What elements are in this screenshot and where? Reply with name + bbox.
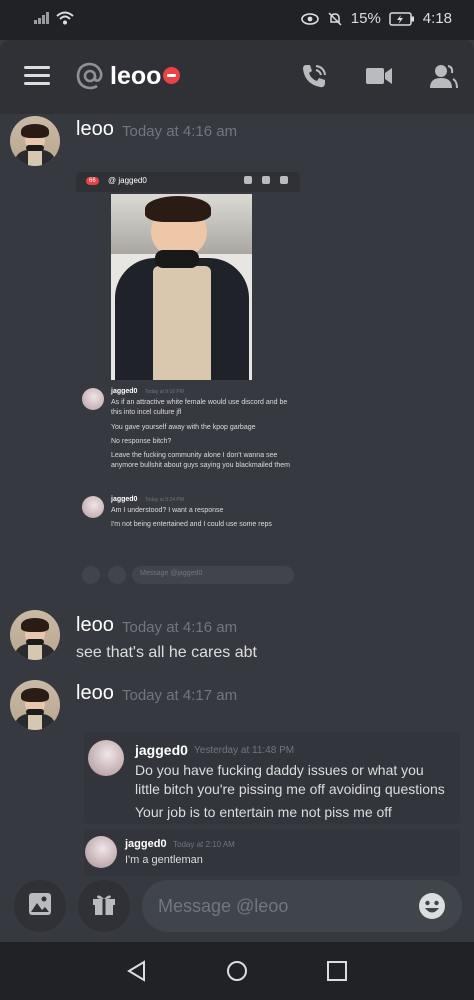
status-bar: 15% 4:18 [0, 0, 474, 40]
avatar [88, 740, 124, 776]
embed-channel-title: @ jagged0 [108, 176, 147, 185]
channel-title: leoo [110, 62, 162, 90]
voice-call-icon[interactable] [300, 62, 328, 95]
image-icon [27, 891, 53, 922]
quoted-line: Your job is to entertain me not piss me … [135, 804, 392, 820]
avatar[interactable] [10, 610, 60, 660]
message-author[interactable]: leoo [76, 682, 114, 705]
quoted-time: Yesterday at 11:48 PM [194, 745, 295, 756]
emoji-icon[interactable] [418, 892, 446, 925]
embed-message-line: Leave the fucking community alone I don'… [111, 452, 290, 469]
quoted-screenshot[interactable]: jagged0 Today at 2:10 AM I'm a gentleman [84, 830, 460, 876]
gift-icon [91, 891, 117, 922]
signal-icon [34, 12, 50, 24]
embed-message: jagged0 Today at 9:24 PM Am I understood… [82, 496, 296, 546]
avatar[interactable] [10, 116, 60, 166]
quoted-author: jagged0 [125, 838, 167, 850]
battery-percent: 15% [350, 10, 381, 27]
attached-screenshot[interactable]: 66 @ jagged0 jagged0 Today at 9:16 PM As… [76, 172, 300, 586]
avatar [85, 836, 117, 868]
avatar [82, 388, 104, 410]
embed-message-time: Today at 9:16 PM [145, 389, 184, 395]
quoted-screenshot[interactable]: jagged0 Yesterday at 11:48 PM Do you hav… [84, 732, 460, 824]
avatar[interactable] [10, 680, 60, 730]
embed-message-input: Message @jagged0 [132, 566, 294, 584]
message-input-placeholder: Message @leoo [158, 896, 289, 916]
embed-composer: Message @jagged0 [76, 564, 300, 586]
embed-header: 66 @ jagged0 [76, 172, 300, 192]
battery-icon [389, 11, 415, 26]
embed-message-line: No response bitch? [111, 438, 172, 445]
wifi-icon [56, 11, 74, 25]
message-text: see that's all he cares abt [76, 644, 257, 661]
unread-badge: 66 [86, 177, 99, 185]
quoted-line: Do you have fucking daddy issues or what… [135, 762, 424, 778]
dnd-status-icon [163, 67, 180, 84]
embed-message-time: Today at 9:24 PM [145, 497, 184, 503]
quoted-time: Today at 2:10 AM [173, 840, 235, 849]
quoted-author: jagged0 [135, 742, 188, 758]
embed-message: jagged0 Today at 9:16 PM As if an attrac… [82, 388, 296, 486]
gift-button[interactable] [78, 880, 130, 932]
embed-message-line: You gave yourself away with the kpop gar… [111, 424, 256, 431]
quoted-line: I'm a gentleman [125, 854, 203, 866]
mute-icon [327, 11, 343, 27]
embed-message-line: I'm not being entertained and I could us… [111, 521, 272, 528]
message-timestamp: Today at 4:17 am [122, 687, 238, 704]
message-composer: Message @leoo [0, 880, 474, 942]
back-icon[interactable] [126, 960, 148, 987]
message-author[interactable]: leoo [76, 614, 114, 637]
message-timestamp: Today at 4:16 am [122, 619, 238, 636]
embed-message-line: Am I understood? I want a response [111, 507, 224, 514]
recents-icon[interactable] [326, 960, 348, 987]
message-list: leoo Today at 4:16 am 66 @ jagged0 jagge… [0, 114, 474, 880]
embed-header-icons [244, 176, 288, 184]
message-input[interactable]: Message @leoo [142, 880, 462, 932]
upload-image-button[interactable] [14, 880, 66, 932]
gift-icon [108, 566, 126, 584]
embed-message-author: jagged0 [111, 496, 138, 503]
message-timestamp: Today at 4:16 am [122, 123, 238, 140]
quoted-line: little bitch you're pissing me off avoid… [135, 781, 445, 797]
members-icon[interactable] [428, 62, 458, 95]
embed-message-line: As if an attractive white female would u… [111, 399, 288, 416]
home-icon[interactable] [226, 960, 248, 987]
photo-of-person [111, 194, 252, 380]
avatar [82, 496, 104, 518]
at-icon [76, 62, 104, 95]
image-icon [82, 566, 100, 584]
system-nav-bar [0, 942, 474, 1000]
clock: 4:18 [422, 10, 452, 27]
embed-message-author: jagged0 [111, 388, 138, 395]
video-call-icon[interactable] [364, 62, 394, 95]
message-author[interactable]: leoo [76, 118, 114, 141]
eye-comfort-icon [300, 12, 319, 25]
channel-header: leoo [0, 40, 474, 114]
menu-icon[interactable] [24, 66, 50, 86]
